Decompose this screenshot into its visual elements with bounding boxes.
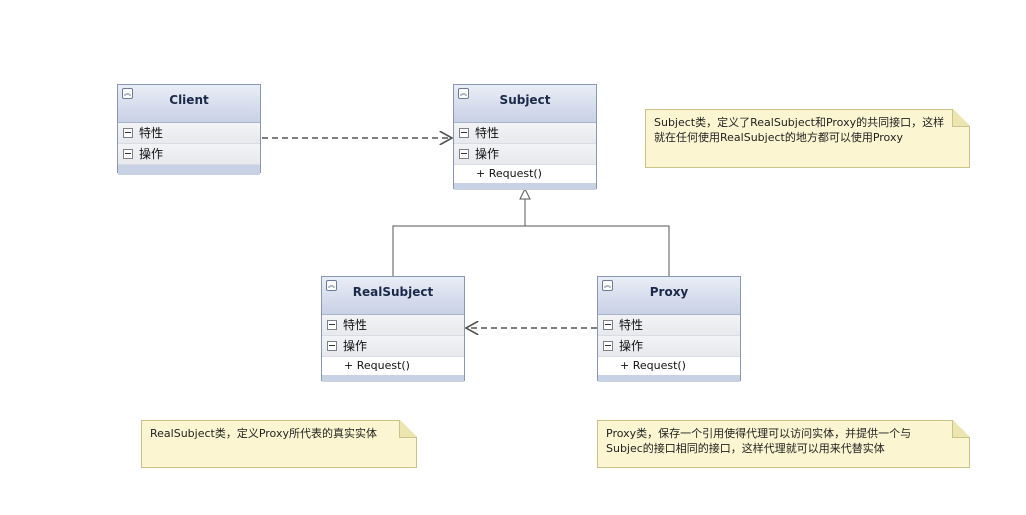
attributes-label: 特性 bbox=[139, 126, 164, 140]
class-header: ︽ RealSubject bbox=[322, 277, 464, 315]
section-collapse-icon[interactable] bbox=[123, 128, 133, 138]
note-subject[interactable]: Subject类，定义了RealSubject和Proxy的共同接口，这样就在任… bbox=[645, 109, 970, 168]
operations-label: 操作 bbox=[139, 147, 164, 161]
note-fold-icon bbox=[952, 420, 970, 438]
note-text: Subject类，定义了RealSubject和Proxy的共同接口，这样就在任… bbox=[654, 116, 945, 144]
note-text: RealSubject类，定义Proxy所代表的真实实体 bbox=[150, 427, 377, 440]
section-collapse-icon[interactable] bbox=[603, 341, 613, 351]
operations-section[interactable]: 操作 bbox=[598, 336, 740, 357]
section-collapse-icon[interactable] bbox=[603, 320, 613, 330]
operations-label: 操作 bbox=[475, 147, 500, 161]
class-realsubject[interactable]: ︽ RealSubject 特性 操作 + Request() bbox=[321, 276, 465, 382]
class-name: RealSubject bbox=[352, 285, 434, 299]
class-header: ︽ Proxy bbox=[598, 277, 740, 315]
note-realsubject[interactable]: RealSubject类，定义Proxy所代表的真实实体 bbox=[141, 420, 417, 468]
note-proxy[interactable]: Proxy类，保存一个引用使得代理可以访问实体，并提供一个与Subjec的接口相… bbox=[597, 420, 970, 468]
operations-section[interactable]: 操作 bbox=[322, 336, 464, 357]
section-collapse-icon[interactable] bbox=[459, 128, 469, 138]
generalization-realsubject bbox=[392, 198, 526, 276]
class-header: ︽ Subject bbox=[454, 85, 596, 123]
attributes-section[interactable]: 特性 bbox=[322, 315, 464, 336]
section-collapse-icon[interactable] bbox=[123, 149, 133, 159]
operation-request[interactable]: + Request() bbox=[322, 357, 464, 375]
attributes-label: 特性 bbox=[343, 318, 368, 332]
attributes-label: 特性 bbox=[619, 318, 644, 332]
attributes-section[interactable]: 特性 bbox=[454, 123, 596, 144]
class-client[interactable]: ︽ Client 特性 操作 bbox=[117, 84, 261, 175]
class-proxy[interactable]: ︽ Proxy 特性 操作 + Request() bbox=[597, 276, 741, 382]
attributes-label: 特性 bbox=[475, 126, 500, 140]
note-fold-icon bbox=[952, 109, 970, 127]
section-collapse-icon[interactable] bbox=[327, 341, 337, 351]
note-text: Proxy类，保存一个引用使得代理可以访问实体，并提供一个与Subjec的接口相… bbox=[606, 427, 912, 455]
class-name: Client bbox=[169, 93, 209, 107]
generalization-arrowhead bbox=[519, 187, 531, 200]
section-collapse-icon[interactable] bbox=[327, 320, 337, 330]
class-name: Subject bbox=[499, 93, 551, 107]
attributes-section[interactable]: 特性 bbox=[598, 315, 740, 336]
class-name: Proxy bbox=[649, 285, 689, 299]
class-footer bbox=[598, 375, 740, 382]
operation-request[interactable]: + Request() bbox=[598, 357, 740, 375]
operations-label: 操作 bbox=[619, 339, 644, 353]
operation-request[interactable]: + Request() bbox=[454, 165, 596, 183]
operations-section[interactable]: 操作 bbox=[454, 144, 596, 165]
operations-label: 操作 bbox=[343, 339, 368, 353]
class-footer bbox=[322, 375, 464, 382]
attributes-section[interactable]: 特性 bbox=[118, 123, 260, 144]
operations-section[interactable]: 操作 bbox=[118, 144, 260, 165]
note-fold-icon bbox=[399, 420, 417, 438]
section-collapse-icon[interactable] bbox=[459, 149, 469, 159]
generalization-proxy bbox=[525, 225, 670, 276]
class-footer bbox=[454, 183, 596, 190]
class-footer bbox=[118, 165, 260, 175]
class-subject[interactable]: ︽ Subject 特性 操作 + Request() bbox=[453, 84, 597, 190]
class-header: ︽ Client bbox=[118, 85, 260, 123]
